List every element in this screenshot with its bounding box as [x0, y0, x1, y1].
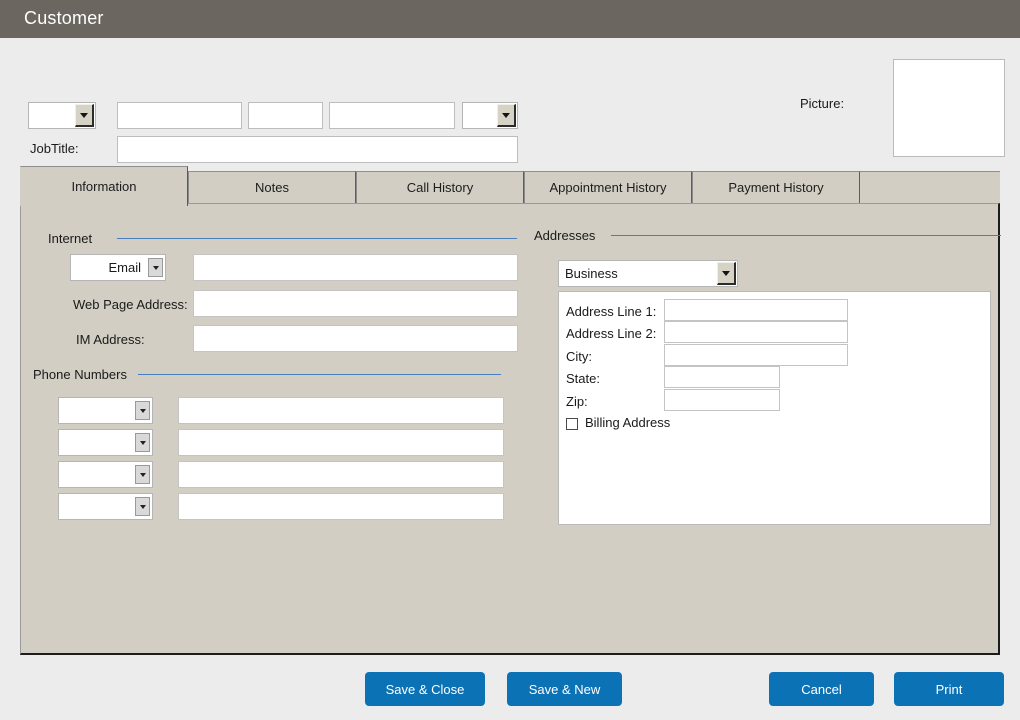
name-suffix-value	[467, 103, 493, 128]
window-title: Customer	[24, 8, 104, 28]
phone-type-combo-1[interactable]	[58, 397, 153, 424]
chevron-down-icon[interactable]	[135, 465, 150, 484]
tab-label: Appointment History	[549, 180, 667, 195]
phone-number-input-2[interactable]	[178, 429, 504, 456]
phone-number-input-4[interactable]	[178, 493, 504, 520]
picture-label: Picture:	[800, 96, 845, 111]
phone-numbers-group-label: Phone Numbers	[33, 367, 127, 382]
phone-type-combo-3[interactable]	[58, 461, 153, 488]
tab-notes[interactable]: Notes	[188, 171, 356, 203]
jobtitle-label: JobTitle:	[30, 141, 79, 156]
tab-label: Call History	[406, 180, 474, 195]
zip-input[interactable]	[664, 389, 780, 411]
phone-type-value	[63, 494, 128, 519]
address-line2-label: Address Line 2:	[566, 326, 657, 341]
tab-appointment-history[interactable]: Appointment History	[524, 171, 692, 203]
address-line2-input[interactable]	[664, 321, 848, 343]
internet-type-value: Email	[108, 260, 141, 275]
phone-type-value	[63, 430, 128, 455]
first-name-input[interactable]	[117, 102, 242, 129]
button-label: Cancel	[801, 681, 842, 697]
phone-number-input-1[interactable]	[178, 397, 504, 424]
save-and-close-button[interactable]: Save & Close	[365, 672, 485, 706]
phone-numbers-group-rule	[138, 374, 501, 375]
chevron-down-icon[interactable]	[135, 401, 150, 420]
tab-call-history[interactable]: Call History	[356, 171, 524, 203]
email-input[interactable]	[193, 254, 518, 281]
address-line1-input[interactable]	[664, 299, 848, 321]
webpage-input[interactable]	[193, 290, 518, 317]
last-name-input[interactable]	[329, 102, 455, 129]
chevron-down-icon[interactable]	[148, 258, 163, 277]
tab-label: Information	[71, 179, 137, 194]
address-type-combo[interactable]: Business	[558, 260, 738, 287]
tab-information[interactable]: Information	[20, 166, 188, 206]
billing-address-label: Billing Address	[585, 415, 671, 430]
address-details-panel: Address Line 1: Address Line 2: City: St…	[558, 291, 991, 525]
im-address-input[interactable]	[193, 325, 518, 352]
header-form-area: JobTitle: Picture:	[0, 38, 1020, 163]
state-input[interactable]	[664, 366, 780, 388]
middle-name-input[interactable]	[248, 102, 323, 129]
internet-type-combo[interactable]: Email	[70, 254, 166, 281]
chevron-down-icon[interactable]	[135, 497, 150, 516]
button-label: Save & New	[528, 681, 601, 697]
phone-type-value	[63, 462, 128, 487]
tab-label: Notes	[255, 180, 289, 195]
internet-group-label: Internet	[48, 231, 93, 246]
phone-number-input-3[interactable]	[178, 461, 504, 488]
jobtitle-input[interactable]	[117, 136, 518, 163]
im-address-label: IM Address:	[76, 332, 145, 347]
tab-strip-filler	[860, 171, 1000, 203]
window-titlebar: Customer	[0, 0, 1020, 38]
phone-type-value	[63, 398, 128, 423]
chevron-down-icon[interactable]	[717, 262, 736, 285]
phone-type-combo-2[interactable]	[58, 429, 153, 456]
cancel-button[interactable]: Cancel	[769, 672, 874, 706]
tab-payment-history[interactable]: Payment History	[692, 171, 860, 203]
tab-label: Payment History	[728, 180, 824, 195]
tab-strip: Information Notes Call History Appointme…	[20, 166, 1000, 206]
city-label: City:	[566, 349, 592, 364]
information-tab-panel: Internet Email Web Page Address: IM Addr…	[20, 203, 1001, 655]
city-input[interactable]	[664, 344, 848, 366]
chevron-down-icon[interactable]	[75, 104, 94, 127]
name-suffix-combo[interactable]	[462, 102, 518, 129]
chevron-down-icon[interactable]	[135, 433, 150, 452]
billing-address-checkbox[interactable]	[566, 418, 578, 430]
save-and-new-button[interactable]: Save & New	[507, 672, 622, 706]
webpage-label: Web Page Address:	[73, 297, 188, 312]
name-prefix-combo[interactable]	[28, 102, 96, 129]
addresses-group-label: Addresses	[534, 228, 596, 243]
chevron-down-icon[interactable]	[497, 104, 516, 127]
picture-box[interactable]	[893, 59, 1005, 157]
addresses-group-rule	[611, 235, 1001, 236]
address-line1-label: Address Line 1:	[566, 304, 657, 319]
internet-group-rule	[117, 238, 517, 239]
name-prefix-value	[33, 103, 71, 128]
address-type-value: Business	[565, 266, 618, 281]
state-label: State:	[566, 371, 600, 386]
button-label: Save & Close	[385, 681, 465, 697]
phone-type-combo-4[interactable]	[58, 493, 153, 520]
print-button[interactable]: Print	[894, 672, 1004, 706]
button-label: Print	[935, 681, 963, 697]
zip-label: Zip:	[566, 394, 588, 409]
